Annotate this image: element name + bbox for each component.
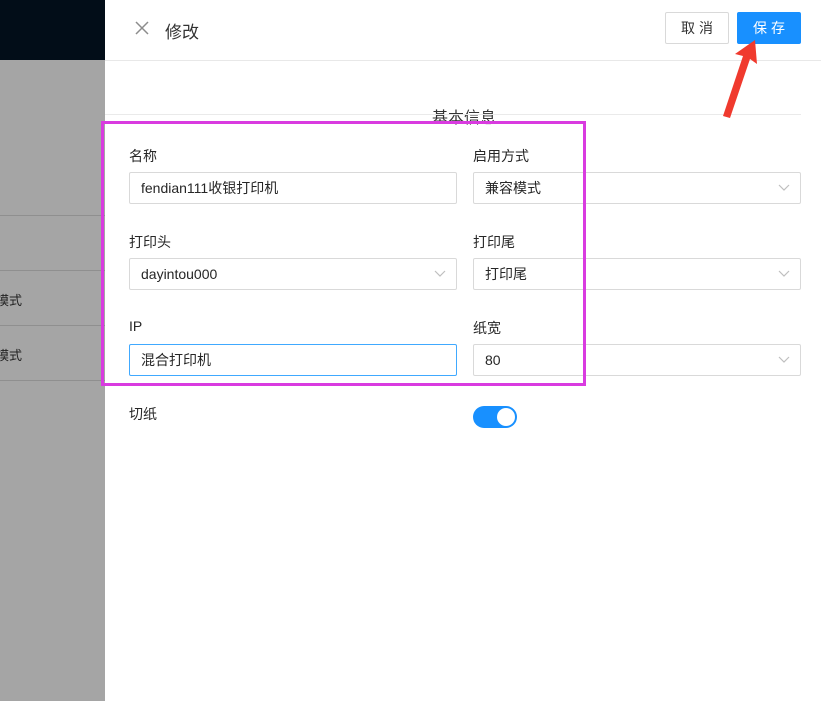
cut-paper-label: 切纸 <box>129 406 157 422</box>
chevron-down-icon <box>778 356 790 363</box>
drawer-header: 修改 取消 保存 <box>105 0 821 61</box>
cut-paper-toggle[interactable] <box>473 406 517 428</box>
drawer-title: 修改 <box>165 23 199 42</box>
background-row-label: 模式 <box>0 293 23 308</box>
background-row-label: 模式 <box>0 348 23 363</box>
chevron-down-icon <box>778 184 790 191</box>
chevron-down-icon <box>778 270 790 277</box>
background-page: 模式 模式 <box>0 60 105 701</box>
close-icon[interactable] <box>133 19 151 37</box>
background-divider <box>0 270 105 271</box>
toggle-knob <box>497 408 515 426</box>
background-divider <box>0 380 105 381</box>
annotation-arrow-icon <box>723 40 757 118</box>
section-divider <box>105 114 801 115</box>
background-top-bar <box>0 0 105 60</box>
background-divider <box>0 215 105 216</box>
annotation-highlight-box <box>101 121 586 386</box>
background-divider <box>0 325 105 326</box>
